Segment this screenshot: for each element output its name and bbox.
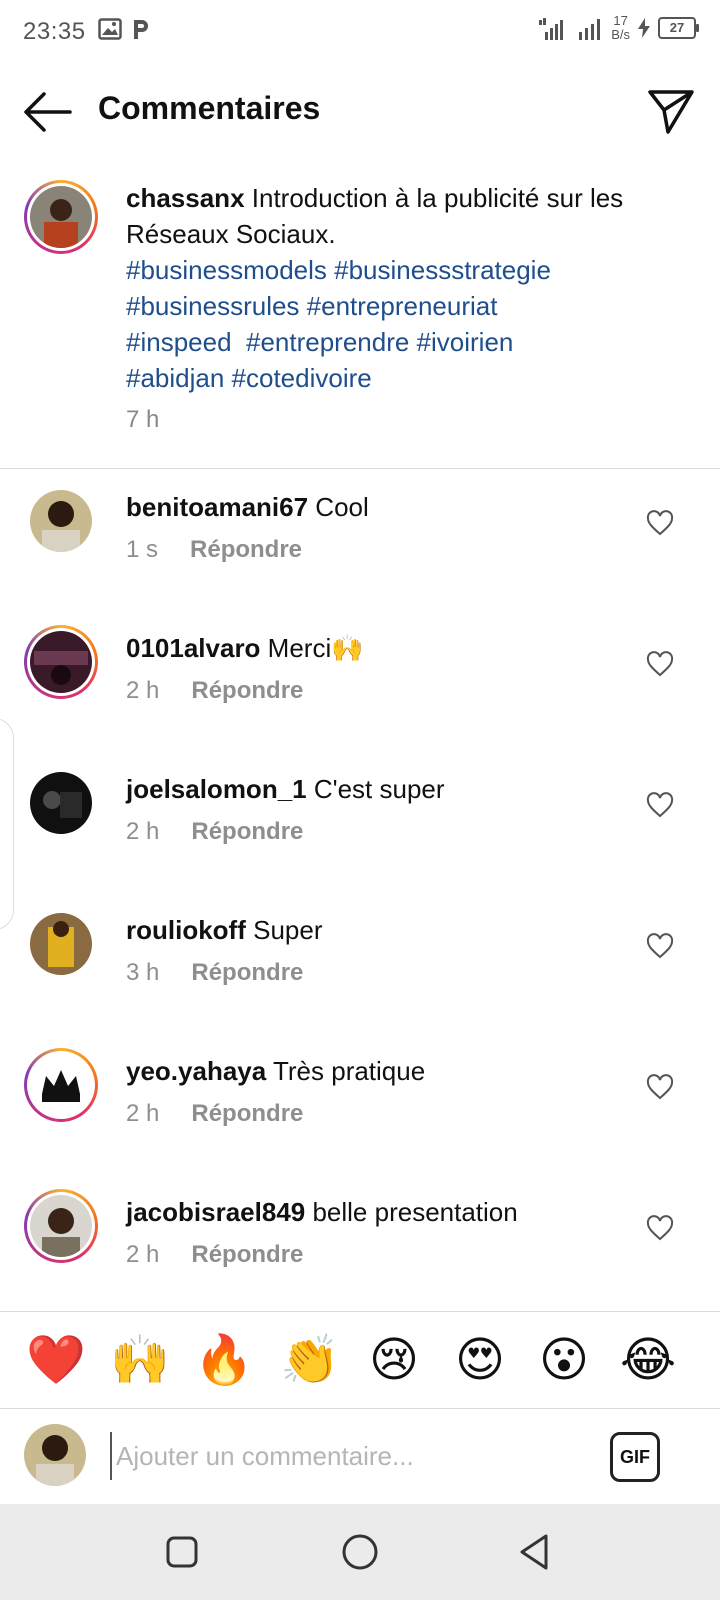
app-header: Commentaires [0,72,720,152]
comment-text: Cool [308,492,369,522]
gif-button[interactable]: GIF [610,1432,660,1482]
network-speed: 17 B/s [611,13,630,42]
reply-button[interactable]: Répondre [191,959,303,986]
comment-timestamp: 2 h [126,1241,160,1268]
hashtags-line[interactable]: #businessmodels #businessstrategie [126,255,551,285]
comment-text: C'est super [306,774,445,804]
clock: 23:35 [23,18,86,45]
comment-item: benitoamani67 Cool 1 s Répondre [0,482,720,626]
comment-item: joelsalomon_1 C'est super 2 h Répondre [0,764,720,908]
signal-icon-2 [579,19,601,40]
comment-username[interactable]: yeo.yahaya [126,1056,266,1086]
gallery-notification-icon [98,18,122,40]
comment-item: rouliokoff Super 3 h Répondre [0,905,720,1049]
comment-timestamp: 1 s [126,536,159,563]
comment-timestamp: 2 h [126,818,160,845]
hashtags-line[interactable]: #abidjan #cotedivoire [126,363,372,393]
emoji-heart[interactable]: ❤️ [26,1330,86,1390]
heart-like-icon[interactable] [646,651,674,679]
system-nav-bar [0,1504,720,1600]
floating-side-handle[interactable] [0,718,14,930]
heart-like-icon[interactable] [646,1074,674,1102]
hashtags-line[interactable]: #inspeed #entreprendre #ivoirien [126,327,513,357]
hashtags-line[interactable]: #businessrules #entrepreneuriat [126,291,497,321]
emoji-laughing[interactable]: 😂 [618,1330,678,1390]
comment-username[interactable]: joelsalomon_1 [126,774,307,804]
emoji-fire[interactable]: 🔥 [194,1330,254,1390]
commenter-avatar[interactable] [24,1048,98,1122]
comment-text: Très pratique [266,1056,426,1086]
comment-timestamp: 2 h [126,677,160,704]
caption-avatar[interactable] [24,180,98,254]
commenter-avatar[interactable] [30,913,92,975]
avatar-photo [30,1195,92,1257]
post-caption: chassanx Introduction à la publicité sur… [0,168,720,469]
emoji-reaction-bar: ❤️ 🙌 🔥 👏 😢 😍 😮 😂 [0,1311,720,1409]
comment-timestamp: 2 h [126,1100,160,1127]
emoji-heart-eyes[interactable]: 😍 [450,1330,510,1390]
comment-item: yeo.yahaya Très pratique 2 h Répondre [0,1046,720,1190]
avatar-photo [30,631,92,693]
emoji-surprised[interactable]: 😮 [534,1330,594,1390]
commenter-avatar[interactable] [30,772,92,834]
comment-username[interactable]: jacobisrael849 [126,1197,305,1227]
charging-icon [638,18,650,38]
back-arrow-icon[interactable] [22,90,74,134]
comment-text: belle presentation [305,1197,518,1227]
reply-button[interactable]: Répondre [191,1241,303,1268]
commenter-avatar[interactable] [30,490,92,552]
comment-item: jacobisrael849 belle presentation 2 h Rép… [0,1187,720,1331]
heart-like-icon[interactable] [646,510,674,538]
comment-text: Super [245,915,323,945]
emoji-raised-hands[interactable]: 🙌 [110,1330,170,1390]
avatar-photo [30,1054,92,1116]
commenter-avatar[interactable] [24,1189,98,1263]
heart-like-icon[interactable] [646,933,674,961]
recents-square-icon[interactable] [160,1530,204,1574]
comment-username[interactable]: benitoamani67 [126,492,308,522]
comment-username[interactable]: 0101alvaro [126,633,260,663]
commenter-avatar[interactable] [24,625,98,699]
page-title: Commentaires [98,90,321,126]
comment-username[interactable]: rouliokoff [126,915,246,945]
caption-timestamp: 7 h [126,406,160,433]
avatar-photo [30,186,92,248]
battery-indicator: 27 [658,17,699,39]
comment-composer: GIF [0,1408,720,1504]
send-direct-icon[interactable] [646,86,696,136]
reply-button[interactable]: Répondre [191,818,303,845]
heart-like-icon[interactable] [646,792,674,820]
caption-username[interactable]: chassanx [126,183,245,213]
comment-input[interactable] [110,1432,598,1480]
emoji-clapping[interactable]: 👏 [280,1330,340,1390]
emoji-crying[interactable]: 😢 [364,1330,424,1390]
reply-button[interactable]: Répondre [190,536,302,563]
reply-button[interactable]: Répondre [191,677,303,704]
comment-timestamp: 3 h [126,959,160,986]
comment-text: Merci🙌 [260,633,364,663]
own-avatar [24,1424,86,1486]
comment-item: 0101alvaro Merci🙌 2 h Répondre [0,623,720,767]
home-circle-icon[interactable] [338,1530,382,1574]
p-app-notification-icon [134,20,148,39]
back-triangle-icon[interactable] [514,1530,558,1574]
reply-button[interactable]: Répondre [191,1100,303,1127]
signal-icon [539,18,564,40]
heart-like-icon[interactable] [646,1215,674,1243]
status-bar: 23:35 17 B/s 27 [0,0,720,64]
